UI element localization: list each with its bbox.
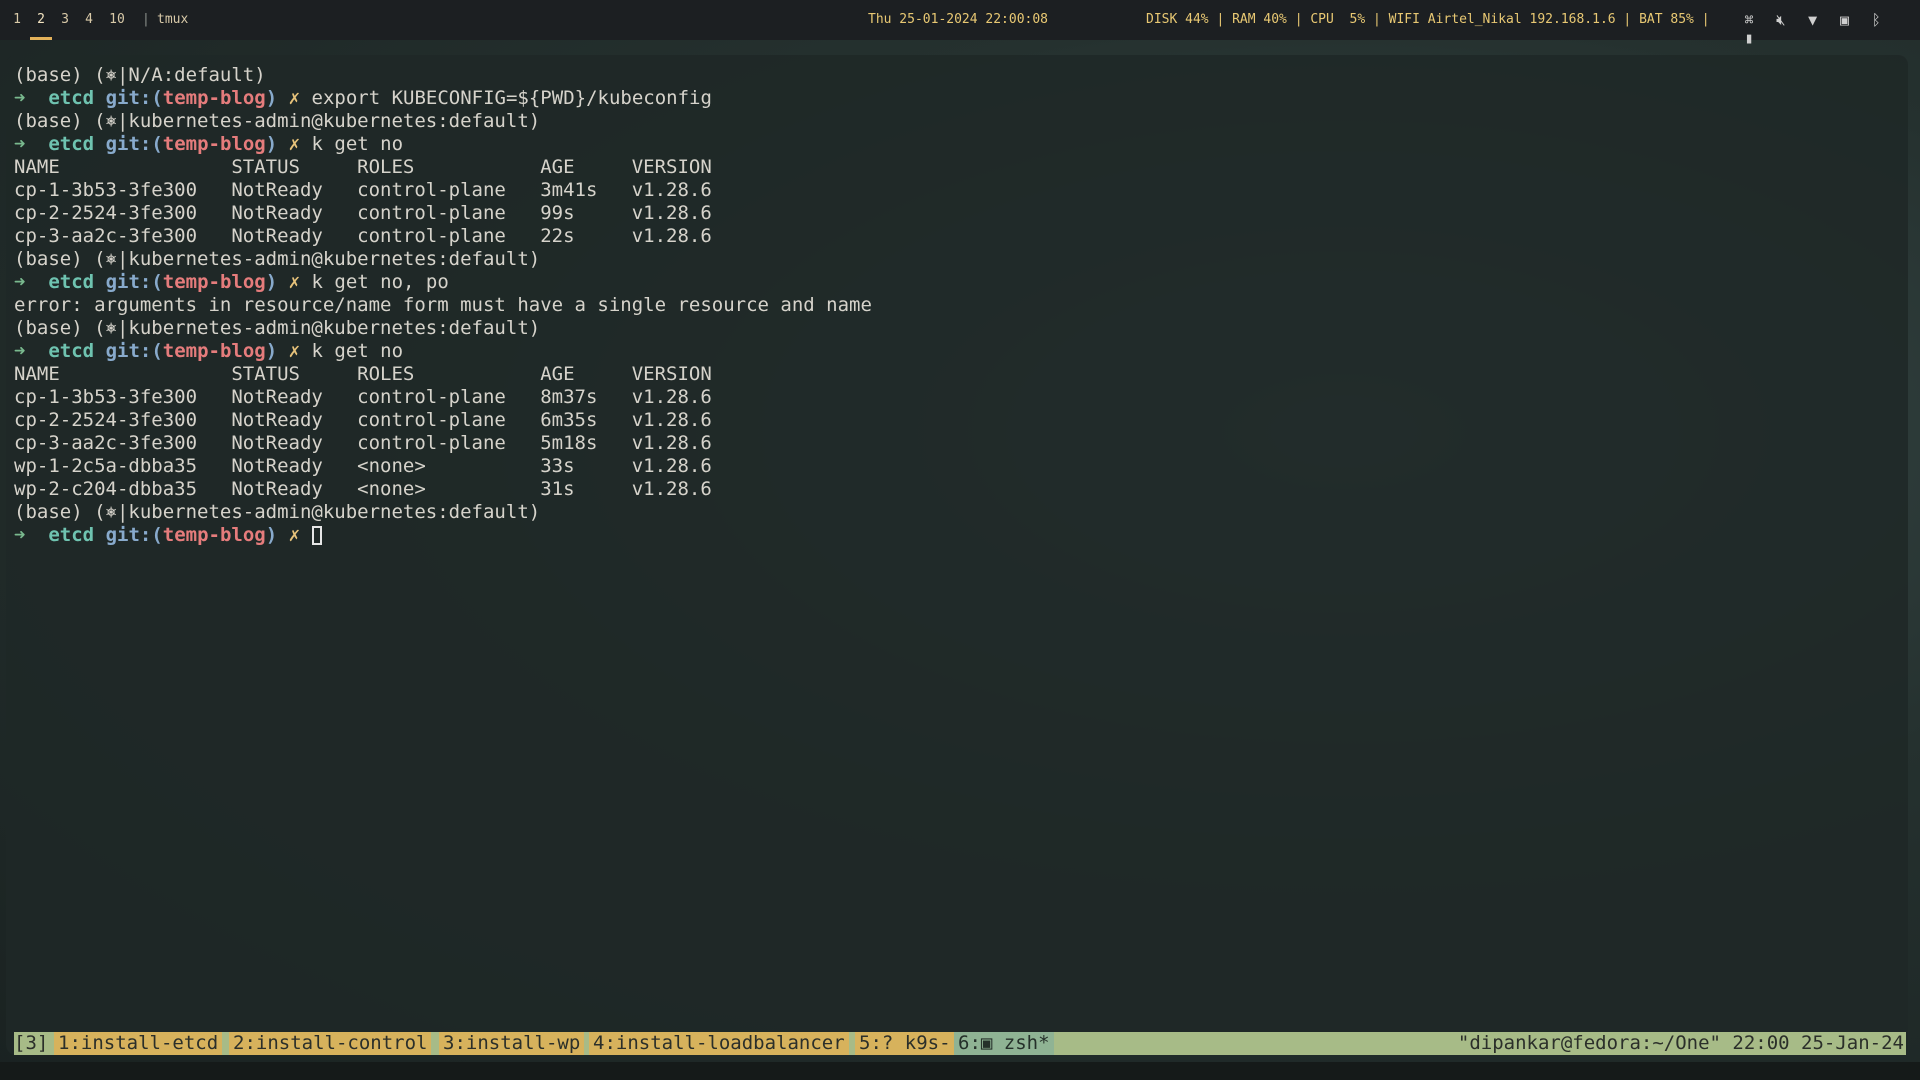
kube-context: (base) (⎈|N/A:default) — [14, 64, 266, 86]
tmux-status-bar: [3] 1:install-etcd 2:install-control 3:i… — [14, 1032, 1906, 1055]
prompt-git-prefix: git:( — [105, 340, 163, 362]
output-line: cp-1-3b53-3fe300 NotReady control-plane … — [14, 386, 712, 408]
kube-context: (base) (⎈|kubernetes-admin@kubernetes:de… — [14, 501, 541, 523]
workspace-1[interactable]: 1 — [8, 0, 26, 40]
prompt-line: ➜ etcd git:(temp-blog) ✗ — [14, 524, 872, 547]
prompt-git-suffix: ) — [265, 87, 278, 109]
prompt-git-suffix: ) — [265, 133, 278, 155]
output-line: cp-1-3b53-3fe300 NotReady control-plane … — [14, 179, 712, 201]
dirty-mark-icon: ✗ — [288, 133, 301, 155]
dirty-mark-icon: ✗ — [288, 271, 301, 293]
prompt-line: ➜ etcd git:(temp-blog) ✗ k get no, po — [14, 271, 872, 294]
terminal-cursor[interactable] — [311, 526, 322, 545]
prompt-git-suffix: ) — [265, 524, 278, 546]
tmux-session: [3] — [14, 1032, 49, 1054]
prompt-dir: etcd — [48, 87, 95, 109]
prompt-branch: temp-blog — [162, 133, 266, 155]
system-tray: ⌘ 🔇︎ ▼ ▣ ᛒ ▮ — [1740, 11, 1920, 47]
tmux-status-right: "dipankar@fedora:~/One" 22:00 25-Jan-24 — [1457, 1032, 1904, 1054]
context-line: (base) (⎈|kubernetes-admin@kubernetes:de… — [14, 501, 872, 524]
context-line: (base) (⎈|kubernetes-admin@kubernetes:de… — [14, 110, 872, 133]
prompt-arrow-icon: ➜ — [14, 87, 26, 109]
command-text: export KUBECONFIG=${PWD}/kubeconfig — [311, 87, 712, 109]
kube-context: (base) (⎈|kubernetes-admin@kubernetes:de… — [14, 317, 541, 339]
prompt-line: ➜ etcd git:(temp-blog) ✗ k get no — [14, 133, 872, 156]
tmux-window-5[interactable]: 5:? k9s- — [855, 1032, 955, 1055]
context-line: (base) (⎈|kubernetes-admin@kubernetes:de… — [14, 317, 872, 340]
battery-icon[interactable]: ▮ — [1740, 29, 1758, 47]
output-line: wp-2-c204-dbba35 NotReady <none> 31s v1.… — [14, 478, 712, 500]
output-line: NAME STATUS ROLES AGE VERSION — [14, 363, 712, 385]
terminal-window[interactable]: (base) (⎈|N/A:default) ➜ etcd git:(temp-b… — [6, 55, 1908, 1055]
prompt-dir: etcd — [48, 340, 95, 362]
topbar-separator: | — [142, 12, 150, 27]
prompt-branch: temp-blog — [162, 87, 266, 109]
dirty-mark-icon: ✗ — [288, 87, 301, 109]
command-text: k get no — [311, 340, 404, 362]
output-line: cp-3-aa2c-3fe300 NotReady control-plane … — [14, 432, 712, 454]
workspace-2[interactable]: 2 — [30, 0, 52, 40]
prompt-branch: temp-blog — [162, 271, 266, 293]
prompt-arrow-icon: ➜ — [14, 340, 26, 362]
command-text: k get no — [311, 133, 404, 155]
prompt-git-prefix: git:( — [105, 87, 163, 109]
tmux-window-3[interactable]: 3:install-wp — [439, 1032, 585, 1055]
output-line: error: arguments in resource/name form m… — [14, 294, 872, 316]
prompt-line: ➜ etcd git:(temp-blog) ✗ k get no — [14, 340, 872, 363]
prompt-branch: temp-blog — [162, 340, 266, 362]
mute-icon[interactable]: 🔇︎ — [1772, 11, 1790, 29]
workspace-4[interactable]: 4 — [80, 0, 98, 40]
prompt-git-suffix: ) — [265, 271, 278, 293]
kube-context: (base) (⎈|kubernetes-admin@kubernetes:de… — [14, 110, 541, 132]
tmux-window-1[interactable]: 1:install-etcd — [54, 1032, 223, 1055]
tmux-window-2[interactable]: 2:install-control — [229, 1032, 432, 1055]
prompt-git-prefix: git:( — [105, 133, 163, 155]
prompt-dir: etcd — [48, 524, 95, 546]
output-line: NAME STATUS ROLES AGE VERSION — [14, 156, 712, 178]
display-icon[interactable]: ▣ — [1835, 11, 1853, 29]
terminal-output: (base) (⎈|N/A:default) ➜ etcd git:(temp-b… — [14, 64, 872, 547]
prompt-git-prefix: git:( — [105, 271, 163, 293]
tmux-window-6[interactable]: 6:▣ zsh* — [954, 1032, 1054, 1055]
prompt-git-suffix: ) — [265, 340, 278, 362]
prompt-arrow-icon: ➜ — [14, 524, 26, 546]
top-bar: 1 2 3 4 10 | tmux Thu 25-01-2024 22:00:0… — [0, 0, 1920, 47]
dirty-mark-icon: ✗ — [288, 340, 301, 362]
dirty-mark-icon: ✗ — [288, 524, 301, 546]
prompt-arrow-icon: ➜ — [14, 133, 26, 155]
prompt-line: ➜ etcd git:(temp-blog) ✗ export KUBECONF… — [14, 87, 872, 110]
workspace-10[interactable]: 10 — [104, 0, 130, 40]
workspace-3[interactable]: 3 — [56, 0, 74, 40]
context-line: (base) (⎈|N/A:default) — [14, 64, 872, 87]
network-icon[interactable]: ⌘ — [1740, 11, 1758, 29]
output-line: wp-1-2c5a-dbba35 NotReady <none> 33s v1.… — [14, 455, 712, 477]
clock[interactable]: Thu 25-01-2024 22:00:08 — [868, 0, 1048, 40]
command-text: k get no, po — [311, 271, 449, 293]
prompt-git-prefix: git:( — [105, 524, 163, 546]
output-line: cp-3-aa2c-3fe300 NotReady control-plane … — [14, 225, 712, 247]
prompt-dir: etcd — [48, 133, 95, 155]
prompt-arrow-icon: ➜ — [14, 271, 26, 293]
bluetooth-icon[interactable]: ᛒ — [1867, 11, 1885, 29]
output-line: cp-2-2524-3fe300 NotReady control-plane … — [14, 409, 712, 431]
desktop-background-strip — [0, 1062, 1920, 1080]
output-line: cp-2-2524-3fe300 NotReady control-plane … — [14, 202, 712, 224]
prompt-branch: temp-blog — [162, 524, 266, 546]
system-stats: DISK 44% | RAM 40% | CPU 5% | WIFI Airte… — [1146, 12, 1710, 27]
kube-context: (base) (⎈|kubernetes-admin@kubernetes:de… — [14, 248, 541, 270]
active-app-label: tmux — [157, 12, 189, 27]
context-line: (base) (⎈|kubernetes-admin@kubernetes:de… — [14, 248, 872, 271]
tmux-window-4[interactable]: 4:install-loadbalancer — [589, 1032, 849, 1055]
wifi-icon[interactable]: ▼ — [1804, 11, 1822, 29]
prompt-dir: etcd — [48, 271, 95, 293]
